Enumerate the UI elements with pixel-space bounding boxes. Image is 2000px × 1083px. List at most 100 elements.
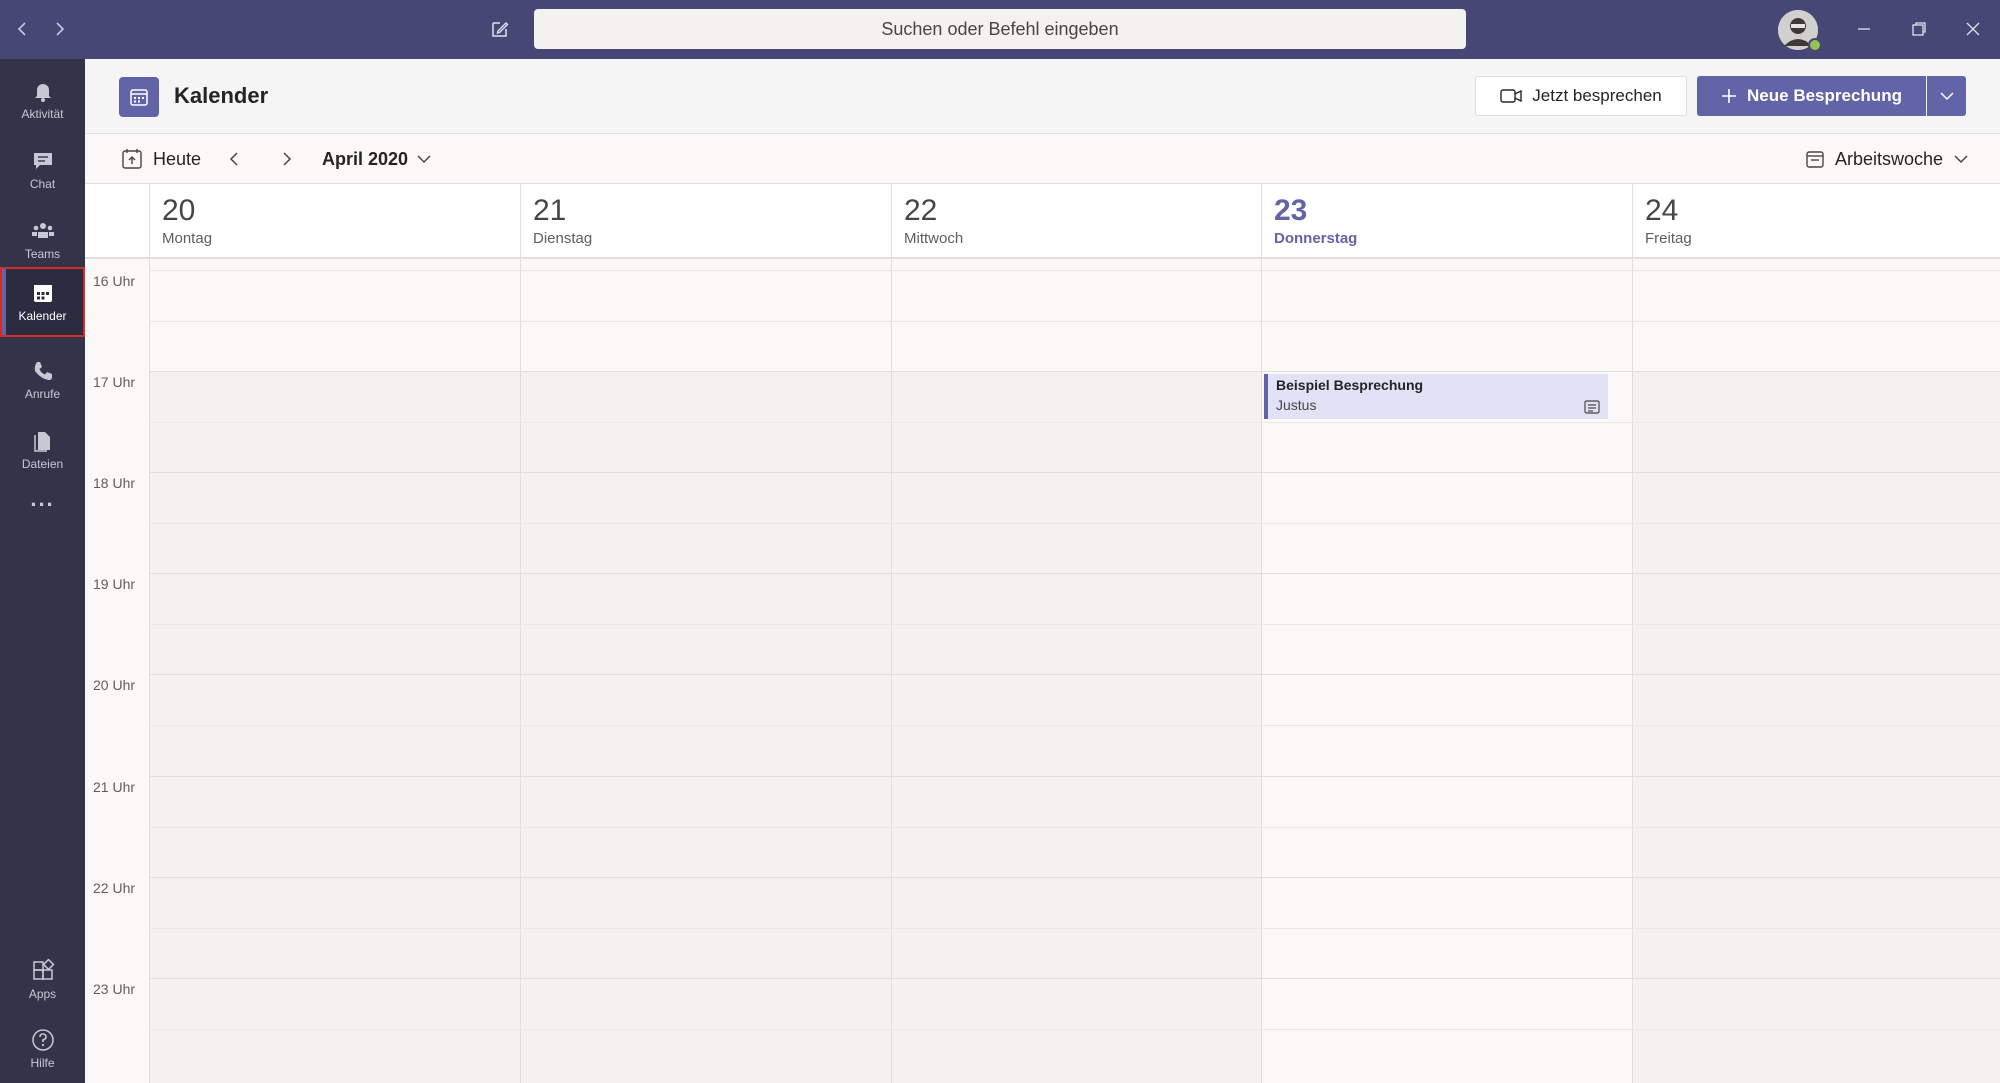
rail-item-anrufe[interactable]: Anrufe <box>0 345 85 415</box>
close-button[interactable] <box>1955 12 1991 46</box>
day-name: Mittwoch <box>904 230 964 247</box>
day-name: Donnerstag <box>1274 230 1358 247</box>
chevron-right-icon <box>283 152 292 166</box>
today-label: Heute <box>153 148 202 169</box>
rail-item-apps[interactable]: Apps <box>0 945 85 1015</box>
hour-label: 19 Uhr <box>93 576 136 592</box>
grid-line <box>149 1029 2000 1030</box>
restore-icon <box>1912 22 1926 36</box>
next-week-button[interactable] <box>273 146 299 172</box>
grid-line <box>149 928 2000 929</box>
new-meeting-button[interactable]: Neue Besprechung <box>1697 76 1926 116</box>
calendar-toolbar: Heute April 2020 Arbeitswoche <box>85 134 2000 184</box>
meet-now-label: Jetzt besprechen <box>1532 86 1662 105</box>
chevron-left-icon <box>229 152 238 166</box>
file-icon <box>33 432 50 452</box>
day-number: 23 <box>1274 194 1308 227</box>
day-column-tuesday[interactable] <box>520 259 891 1083</box>
day-column-monday[interactable] <box>149 259 520 1083</box>
meeting-details-icon <box>1584 400 1600 414</box>
plus-icon <box>1722 89 1737 103</box>
help-icon <box>31 1029 54 1051</box>
hour-label: 22 Uhr <box>93 880 136 896</box>
day-number: 22 <box>904 194 938 227</box>
chevron-down-icon <box>417 155 431 164</box>
day-number: 21 <box>533 194 567 227</box>
chevron-left-icon <box>17 22 26 36</box>
hour-label: 23 Uhr <box>93 981 136 997</box>
grid-line <box>149 877 2000 878</box>
day-name: Dienstag <box>533 230 593 247</box>
day-header-tuesday[interactable]: 21 Dienstag <box>520 184 891 257</box>
grid-line <box>149 978 2000 979</box>
calendar-grid[interactable]: 16 Uhr 17 Uhr 18 Uhr 19 Uhr 20 Uhr 21 Uh… <box>85 259 2000 1083</box>
rail-label: Dateien <box>21 457 64 471</box>
rail-item-chat[interactable]: Chat <box>0 135 85 205</box>
grid-line <box>149 523 2000 524</box>
calendar-today-icon <box>122 149 142 169</box>
rail-label: Apps <box>28 987 57 1001</box>
presence-available-badge <box>1808 38 1822 52</box>
calendar-app-icon <box>119 77 159 117</box>
minimize-button[interactable] <box>1846 12 1882 46</box>
day-column-friday[interactable] <box>1632 259 2000 1083</box>
grid-line <box>149 573 2000 574</box>
day-number: 20 <box>162 194 196 227</box>
teams-icon <box>31 223 54 238</box>
rail-item-dateien[interactable]: Dateien <box>0 415 85 485</box>
event-title: Beispiel Besprechung <box>1276 377 1424 393</box>
title-bar: Suchen oder Befehl eingeben <box>0 0 2000 59</box>
new-meeting-label: Neue Besprechung <box>1747 86 1902 105</box>
calendar-icon <box>33 285 52 302</box>
rail-label: Kalender <box>18 309 67 323</box>
forward-button[interactable] <box>44 14 74 44</box>
day-header-monday[interactable]: 20 Montag <box>149 184 520 257</box>
view-picker[interactable]: Arbeitswoche <box>1805 146 1969 172</box>
day-number: 24 <box>1645 194 1679 227</box>
event-organizer: Justus <box>1276 397 1317 413</box>
hour-label: 16 Uhr <box>93 273 136 289</box>
minimize-icon <box>1858 28 1870 30</box>
rail-item-aktivitaet[interactable]: Aktivität <box>0 65 85 135</box>
chevron-down-icon <box>1954 155 1968 164</box>
hour-label: 20 Uhr <box>93 677 136 693</box>
today-button[interactable]: Heute <box>121 146 201 172</box>
app-rail: Aktivität Chat Teams Kalender Anrufe Dat… <box>0 59 85 1083</box>
day-header-friday[interactable]: 24 Freitag <box>1632 184 2000 257</box>
rail-item-teams[interactable]: Teams <box>0 205 85 275</box>
grid-line <box>149 624 2000 625</box>
search-placeholder: Suchen oder Befehl eingeben <box>881 18 1119 39</box>
rail-item-kalender[interactable]: Kalender <box>0 267 85 337</box>
new-meeting-dropdown-button[interactable] <box>1927 76 1966 116</box>
day-column-wednesday[interactable] <box>891 259 1261 1083</box>
rail-label: Chat <box>29 177 56 191</box>
previous-week-button[interactable] <box>222 146 248 172</box>
hour-label: 18 Uhr <box>93 475 136 491</box>
week-day-header: 20 Montag 21 Dienstag 22 Mittwoch 23 Don… <box>85 184 2000 259</box>
avatar[interactable] <box>1778 10 1822 52</box>
month-label: April 2020 <box>322 148 409 169</box>
new-chat-button[interactable] <box>485 14 515 44</box>
day-header-wednesday[interactable]: 22 Mittwoch <box>891 184 1261 257</box>
month-picker[interactable]: April 2020 <box>322 146 432 172</box>
back-button[interactable] <box>8 14 38 44</box>
calendar-event[interactable]: Beispiel Besprechung Justus <box>1264 374 1608 419</box>
day-header-thursday-today[interactable]: 23 Donnerstag <box>1261 184 1632 257</box>
grid-line <box>149 827 2000 828</box>
rail-label: Hilfe <box>30 1056 55 1070</box>
rail-label: Teams <box>24 247 61 261</box>
grid-line <box>149 776 2000 777</box>
search-input[interactable]: Suchen oder Befehl eingeben <box>534 9 1466 49</box>
meet-now-button[interactable]: Jetzt besprechen <box>1475 76 1687 116</box>
rail-item-hilfe[interactable]: Hilfe <box>0 1014 85 1083</box>
grid-line <box>149 674 2000 675</box>
more-apps-button[interactable]: ... <box>0 479 85 519</box>
chevron-down-icon <box>1939 92 1954 101</box>
view-label: Arbeitswoche <box>1835 148 1944 169</box>
grid-line <box>149 371 2000 372</box>
grid-line <box>149 270 2000 271</box>
compose-icon <box>492 22 509 37</box>
restore-button[interactable] <box>1901 12 1937 46</box>
video-camera-icon <box>1500 89 1522 103</box>
more-icon: ... <box>30 486 55 511</box>
